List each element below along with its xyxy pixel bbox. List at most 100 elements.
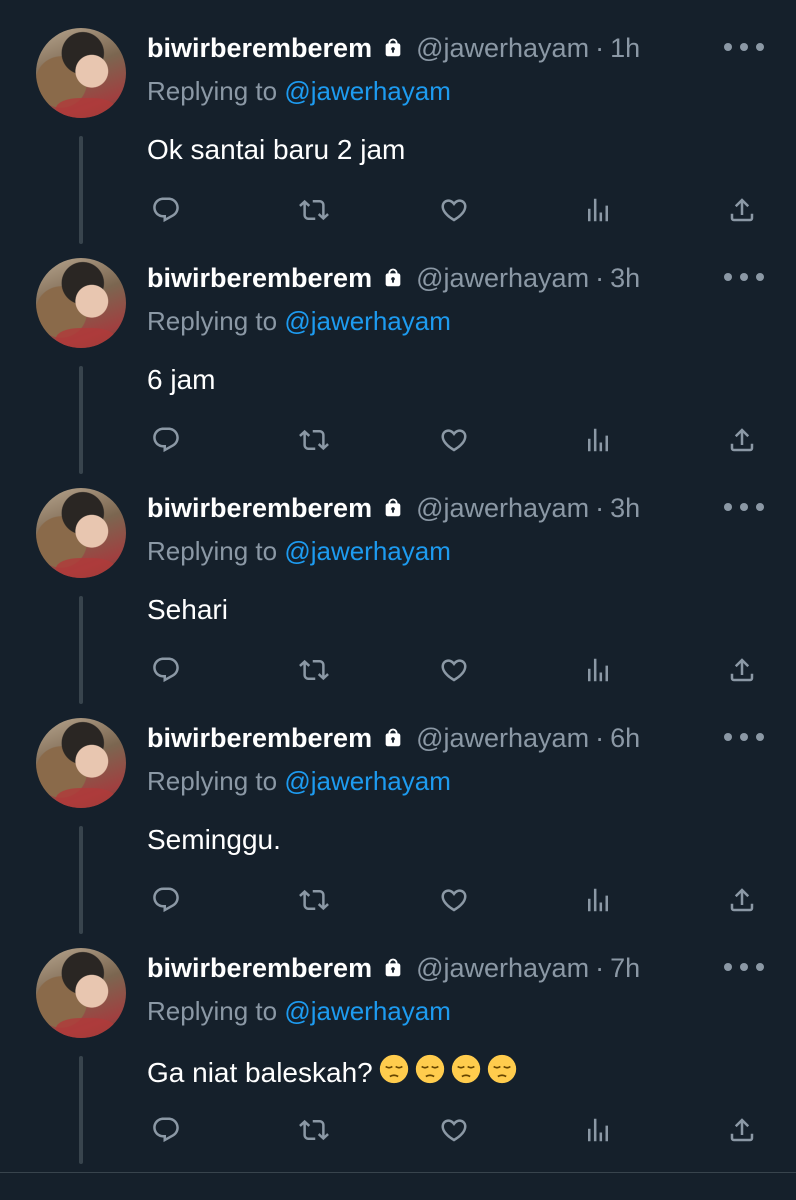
like-button[interactable] [434,1110,474,1150]
separator-dot: · [595,32,605,63]
retweet-button[interactable] [294,650,334,690]
views-icon [588,1118,608,1142]
reply-button[interactable] [146,420,186,460]
timestamp[interactable]: 6h [610,723,640,754]
retweet-button[interactable] [294,1110,334,1150]
reply-button[interactable] [146,880,186,920]
reply-mention-link[interactable]: @jawerhayam [284,996,451,1026]
retweet-icon [299,199,329,221]
tweet-text-content: Ga niat baleskah? [147,1056,373,1088]
like-icon [441,199,467,222]
handle[interactable]: @jawerhayam [416,493,589,524]
handle[interactable]: @jawerhayam [416,263,589,294]
reply-mention-link[interactable]: @jawerhayam [284,766,451,796]
like-icon [441,889,467,912]
retweet-icon [299,889,329,911]
share-button[interactable] [722,1110,762,1150]
share-icon [730,1118,754,1142]
retweet-icon [299,429,329,451]
action-bar [0,650,796,690]
like-button[interactable] [434,190,474,230]
views-button[interactable] [578,420,618,460]
pensive-face-emoji [379,1054,408,1084]
retweet-button[interactable] [294,880,334,920]
replying-to: Replying to @jawerhayam [147,766,451,797]
pensive-face-emoji [487,1054,516,1084]
tweet[interactable]: biwirberemberem @jawerhayam · 3h Replyin… [0,230,796,474]
more-icon[interactable] [724,268,764,286]
action-bar [0,1110,796,1150]
share-icon [730,428,754,452]
action-bar [0,420,796,460]
avatar[interactable] [36,28,126,118]
reply-button[interactable] [146,1110,186,1150]
share-button[interactable] [722,880,762,920]
tweet-header: biwirberemberem @jawerhayam · 6h [147,720,640,756]
views-button[interactable] [578,1110,618,1150]
reply-button[interactable] [146,190,186,230]
tweet-text: Seminggu. [147,824,281,856]
views-icon [588,198,608,222]
display-name[interactable]: biwirberemberem [147,723,372,754]
handle[interactable]: @jawerhayam [416,953,589,984]
like-button[interactable] [434,880,474,920]
reply-button[interactable] [146,650,186,690]
retweet-icon [299,1119,329,1141]
tweet[interactable]: biwirberemberem @jawerhayam · 7h Replyin… [0,920,796,1164]
reply-icon [153,427,179,453]
share-button[interactable] [722,650,762,690]
more-icon[interactable] [724,958,764,976]
share-button[interactable] [722,420,762,460]
more-icon[interactable] [724,498,764,516]
tweet-header: biwirberemberem @jawerhayam · 3h [147,490,640,526]
display-name[interactable]: biwirberemberem [147,33,372,64]
more-icon[interactable] [724,728,764,746]
handle[interactable]: @jawerhayam [416,723,589,754]
tweet-text-content: Sehari [147,594,228,625]
tweet-header: biwirberemberem @jawerhayam · 3h [147,260,640,296]
replying-to-label: Replying to [147,996,278,1026]
reply-mention-link[interactable]: @jawerhayam [284,536,451,566]
display-name[interactable]: biwirberemberem [147,493,372,524]
timestamp[interactable]: 1h [610,33,640,64]
retweet-button[interactable] [294,190,334,230]
retweet-button[interactable] [294,420,334,460]
lock-icon [385,728,401,747]
timestamp[interactable]: 3h [610,493,640,524]
views-button[interactable] [578,880,618,920]
tweet[interactable]: biwirberemberem @jawerhayam · 1h Replyin… [0,0,796,244]
views-button[interactable] [578,190,618,230]
display-name[interactable]: biwirberemberem [147,263,372,294]
timestamp[interactable]: 3h [610,263,640,294]
avatar[interactable] [36,718,126,808]
avatar[interactable] [36,258,126,348]
replying-to-label: Replying to [147,766,278,796]
like-button[interactable] [434,420,474,460]
timestamp[interactable]: 7h [610,953,640,984]
lock-icon [385,38,401,57]
replying-to: Replying to @jawerhayam [147,76,451,107]
reply-mention-link[interactable]: @jawerhayam [284,76,451,106]
avatar[interactable] [36,948,126,1038]
like-button[interactable] [434,650,474,690]
avatar[interactable] [36,488,126,578]
more-icon[interactable] [724,38,764,56]
tweet[interactable]: biwirberemberem @jawerhayam · 6h Replyin… [0,690,796,934]
views-button[interactable] [578,650,618,690]
display-name[interactable]: biwirberemberem [147,953,372,984]
views-icon [588,888,608,912]
share-button[interactable] [722,190,762,230]
tweet-text-content: Seminggu. [147,824,281,855]
like-icon [441,429,467,452]
share-icon [730,198,754,222]
pensive-face-emoji [451,1054,480,1084]
share-icon [730,658,754,682]
like-icon [441,659,467,682]
replying-to: Replying to @jawerhayam [147,306,451,337]
separator-dot: · [595,492,605,523]
tweet[interactable]: biwirberemberem @jawerhayam · 3h Replyin… [0,460,796,704]
retweet-icon [299,659,329,681]
reply-mention-link[interactable]: @jawerhayam [284,306,451,336]
lock-icon [385,958,401,977]
handle[interactable]: @jawerhayam [416,33,589,64]
